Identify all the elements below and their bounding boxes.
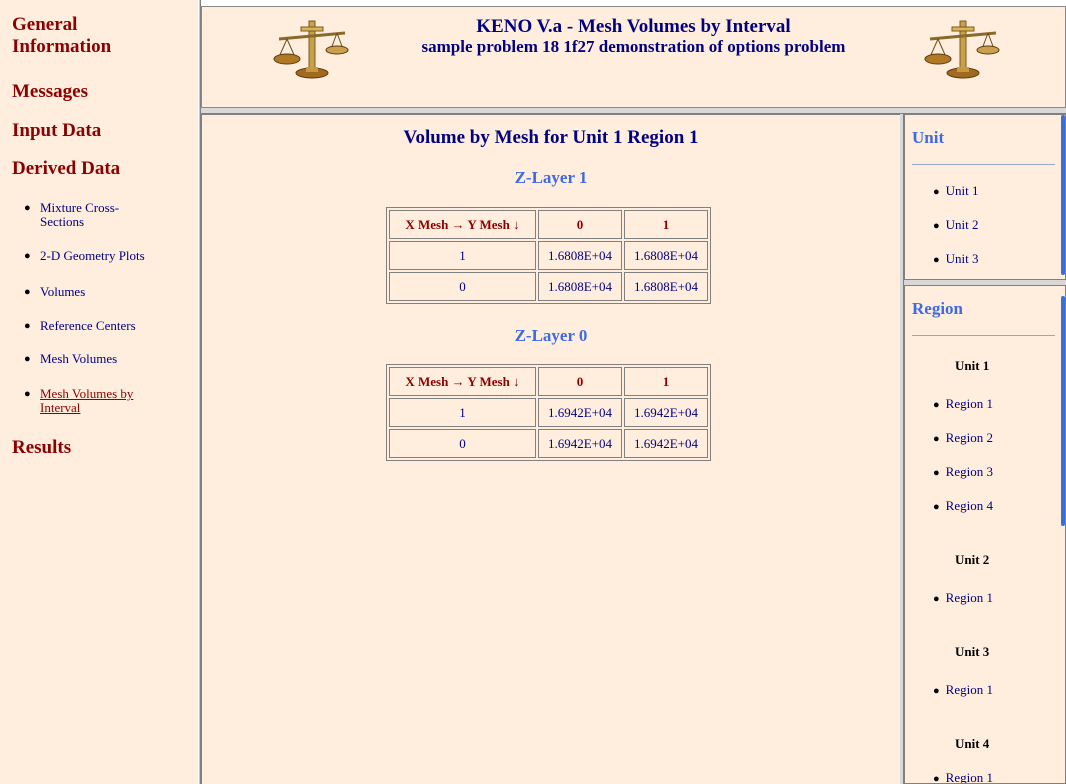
unit-link-label: Unit 1 — [945, 183, 979, 198]
table-header-cell: 1 — [624, 367, 708, 396]
table-cell: 1.6942E+04 — [538, 429, 622, 458]
bullet-icon: ● — [933, 254, 940, 266]
bullet-icon: ● — [933, 501, 940, 513]
region-group-heading: Unit 3 — [955, 644, 990, 659]
region-frame: Region Unit 1 ● Region 1 ● Region 2 ● Regio… — [904, 285, 1066, 784]
table-header-cell: X Mesh → Y Mesh ↓ — [389, 210, 536, 239]
balance-scale-icon — [924, 20, 1000, 79]
unit-link-2[interactable]: ● Unit 2 — [933, 217, 979, 233]
header-frame: KENO V.a - Mesh Volumes by Interval samp… — [201, 6, 1066, 108]
unit-link-1[interactable]: ● Unit 1 — [933, 183, 979, 199]
mesh-volume-table: X Mesh → Y Mesh ↓ 0 1 1 1.6808E+04 1.680… — [386, 207, 711, 304]
table-cell: 1.6808E+04 — [624, 272, 708, 301]
table-cell: 0 — [389, 272, 536, 301]
nav-item-mixture-cross-sections[interactable]: ● Mixture Cross-Sections — [22, 201, 187, 229]
table-cell: 1.6808E+04 — [538, 241, 622, 270]
region-group-heading: Unit 2 — [955, 552, 990, 567]
table-cell: 0 — [389, 429, 536, 458]
nav-frame: General Information Messages Input Data … — [0, 0, 198, 784]
table-cell: 1 — [389, 241, 536, 270]
table-header-cell: 0 — [538, 367, 622, 396]
region-group-heading: Unit 4 — [955, 736, 990, 751]
nav-item-mesh-volumes[interactable]: ● Mesh Volumes — [22, 352, 187, 366]
region-link[interactable]: ● Region 1 — [933, 396, 993, 412]
region-link-label: Region 1 — [945, 682, 993, 697]
region-group-heading: Unit 1 — [955, 358, 990, 373]
bullet-icon: ● — [24, 388, 31, 400]
region-link-label: Region 1 — [945, 396, 993, 411]
region-link-label: Region 3 — [945, 464, 993, 479]
bullet-icon: ● — [933, 685, 940, 697]
bullet-icon: ● — [24, 320, 31, 332]
table-cell: 1.6942E+04 — [624, 429, 708, 458]
bullet-icon: ● — [933, 186, 940, 198]
nav-messages[interactable]: Messages — [12, 81, 88, 103]
region-link-label: Region 1 — [945, 770, 993, 784]
nav-derived-data[interactable]: Derived Data — [12, 158, 120, 180]
unit-link-label: Unit 3 — [945, 251, 979, 266]
region-link[interactable]: ● Region 3 — [933, 464, 993, 480]
nav-item-reference-centers[interactable]: ● Reference Centers — [22, 319, 187, 333]
nav-item-label: Mesh Volumes by Interval — [40, 386, 134, 415]
bullet-icon: ● — [24, 202, 31, 214]
unit-heading: Unit — [912, 128, 945, 147]
nav-results[interactable]: Results — [12, 437, 71, 459]
table-row: 1 1.6942E+04 1.6942E+04 — [389, 398, 708, 427]
table-header-cell: X Mesh → Y Mesh ↓ — [389, 367, 536, 396]
table-cell: 1.6808E+04 — [538, 272, 622, 301]
region-link[interactable]: ● Region 4 — [933, 498, 993, 514]
region-link-label: Region 2 — [945, 430, 993, 445]
region-link-label: Region 4 — [945, 498, 993, 513]
nav-item-2d-geometry-plots[interactable]: ● 2-D Geometry Plots — [22, 249, 187, 263]
bullet-icon: ● — [933, 220, 940, 232]
table-cell: 1.6942E+04 — [624, 398, 708, 427]
table-cell: 1.6942E+04 — [538, 398, 622, 427]
table-cell: 1 — [389, 398, 536, 427]
table-row: 0 1.6808E+04 1.6808E+04 — [389, 272, 708, 301]
table-header-row: X Mesh → Y Mesh ↓ 0 1 — [389, 210, 708, 239]
table-header-cell: 0 — [538, 210, 622, 239]
nav-item-label: Mixture Cross-Sections — [40, 200, 120, 229]
table-header-row: X Mesh → Y Mesh ↓ 0 1 — [389, 367, 708, 396]
bullet-icon: ● — [933, 467, 940, 479]
bullet-icon: ● — [933, 399, 940, 411]
nav-item-label: 2-D Geometry Plots — [40, 248, 145, 263]
nav-general-information[interactable]: General Information — [12, 14, 162, 58]
unit-link-label: Unit 2 — [945, 217, 979, 232]
region-link-label: Region 1 — [945, 590, 993, 605]
scrollbar[interactable] — [1061, 115, 1065, 275]
main-content-frame: Volume by Mesh for Unit 1 Region 1 Z-Lay… — [201, 114, 900, 784]
table-row: 0 1.6942E+04 1.6942E+04 — [389, 429, 708, 458]
region-link[interactable]: ● Region 1 — [933, 770, 993, 784]
nav-item-label: Volumes — [40, 284, 86, 299]
scrollbar[interactable] — [1061, 296, 1065, 526]
nav-item-mesh-volumes-by-interval[interactable]: ● Mesh Volumes by Interval — [22, 387, 187, 415]
bullet-icon: ● — [24, 353, 31, 365]
nav-item-label: Reference Centers — [40, 318, 136, 333]
table-cell: 1.6808E+04 — [624, 241, 708, 270]
z-layer-heading: Z-Layer 1 — [514, 168, 588, 187]
bullet-icon: ● — [24, 250, 31, 262]
region-link[interactable]: ● Region 1 — [933, 682, 993, 698]
bullet-icon: ● — [24, 286, 31, 298]
table-header-cell: 1 — [624, 210, 708, 239]
region-heading: Region — [912, 299, 963, 318]
divider — [912, 335, 1055, 336]
unit-frame: Unit ● Unit 1 ● Unit 2 ● Unit 3 — [904, 114, 1066, 280]
content-title: Volume by Mesh for Unit 1 Region 1 — [403, 127, 699, 148]
unit-link-3[interactable]: ● Unit 3 — [933, 251, 979, 267]
region-link[interactable]: ● Region 1 — [933, 590, 993, 606]
table-row: 1 1.6808E+04 1.6808E+04 — [389, 241, 708, 270]
region-link[interactable]: ● Region 2 — [933, 430, 993, 446]
divider — [912, 164, 1055, 165]
bullet-icon: ● — [933, 773, 940, 784]
nav-item-label: Mesh Volumes — [40, 351, 118, 366]
nav-item-volumes[interactable]: ● Volumes — [22, 285, 187, 299]
z-layer-heading: Z-Layer 0 — [514, 326, 588, 345]
bullet-icon: ● — [933, 433, 940, 445]
bullet-icon: ● — [933, 593, 940, 605]
mesh-volume-table: X Mesh → Y Mesh ↓ 0 1 1 1.6942E+04 1.694… — [386, 364, 711, 461]
nav-input-data[interactable]: Input Data — [12, 120, 101, 142]
